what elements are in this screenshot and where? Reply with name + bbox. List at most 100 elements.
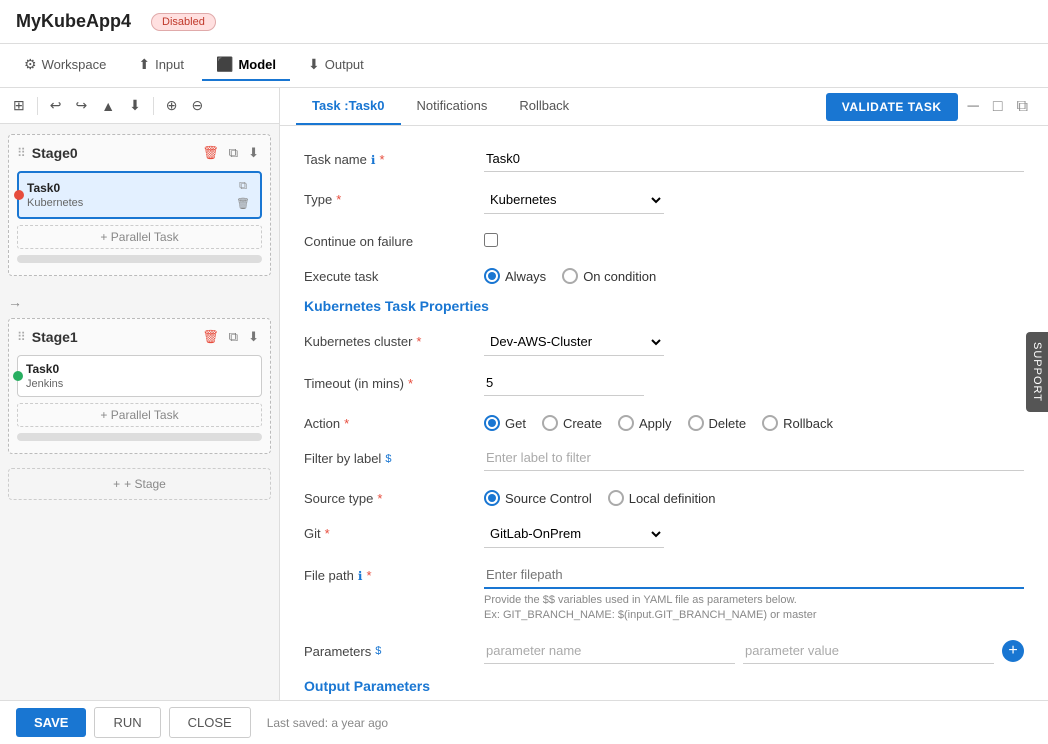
task-name-input[interactable] (484, 146, 1024, 172)
input-icon: ⬆ (138, 56, 150, 73)
action-rollback[interactable]: Rollback (762, 415, 833, 431)
filepath-info-icon[interactable]: ℹ (358, 569, 363, 583)
cluster-select[interactable]: Dev-AWS-Cluster (484, 328, 664, 356)
task-card-task0-stage1[interactable]: Task0 Jenkins (17, 355, 262, 397)
run-button[interactable]: RUN (94, 707, 160, 738)
grid-btn[interactable]: ⊞ (8, 94, 30, 117)
local-def-option[interactable]: Local definition (608, 490, 716, 506)
task-name-info-icon[interactable]: ℹ (371, 153, 376, 167)
stage1-name: Stage1 (32, 329, 193, 345)
status-badge: Disabled (151, 13, 216, 31)
action-apply[interactable]: Apply (618, 415, 672, 431)
output-icon: ⬇ (308, 56, 320, 73)
params-row: Parameters $ + (304, 638, 1024, 664)
param-name-input[interactable] (484, 638, 735, 664)
execute-task-row: Execute task Always On condition (304, 263, 1024, 284)
filepath-input[interactable] (484, 562, 1024, 589)
task-name-label: Task name ℹ * (304, 146, 484, 167)
cluster-control: Dev-AWS-Cluster (484, 328, 1024, 356)
tab-input[interactable]: ⬆ Input (124, 50, 198, 81)
redo-btn[interactable]: ↪ (70, 94, 92, 117)
stage0-scroll (17, 255, 262, 263)
stage1-scroll (17, 433, 262, 441)
execute-always-option[interactable]: Always (484, 268, 546, 284)
download-btn[interactable]: ⬇ (124, 94, 146, 117)
task0-stage1-type: Jenkins (26, 378, 63, 390)
support-bar[interactable]: SUPPORT (1026, 332, 1048, 412)
action-create[interactable]: Create (542, 415, 602, 431)
continue-failure-checkbox[interactable] (484, 233, 498, 247)
stage1-more-btn[interactable]: ⬇ (245, 327, 262, 347)
stage0-delete-btn[interactable]: 🗑 (199, 143, 222, 163)
left-toolbar: ⊞ ↩ ↪ ▲ ⬇ ⊕ ⊖ (0, 88, 279, 124)
git-select[interactable]: GitLab-OnPrem (484, 520, 664, 548)
action-delete[interactable]: Delete (688, 415, 747, 431)
task0-stage0-actions: ⧉ 🗑 (234, 179, 252, 211)
close-button[interactable]: CLOSE (169, 707, 251, 738)
inner-tab-task[interactable]: Task :Task0 (296, 88, 401, 125)
inner-tabs-bar: Task :Task0 Notifications Rollback VALID… (280, 88, 1048, 126)
continue-failure-label: Continue on failure (304, 228, 484, 249)
source-type-control: Source Control Local definition (484, 485, 1024, 506)
params-control: + (484, 638, 1024, 664)
zoomin-btn[interactable]: ⊕ (161, 94, 183, 117)
params-label: Parameters $ (304, 638, 484, 659)
up-btn[interactable]: ▲ (96, 95, 120, 117)
source-control-radio (484, 490, 500, 506)
filepath-row: File path ℹ * Provide the $$ variables u… (304, 562, 1024, 624)
action-control: Get Create Apply Delete (484, 410, 1024, 431)
task0-stage0-copy-btn[interactable]: ⧉ (234, 179, 252, 194)
expand-btn[interactable]: ⧉ (1013, 96, 1032, 118)
task0-stage0-delete-btn[interactable]: 🗑 (234, 196, 252, 211)
task0-stage0-name: Task0 (27, 181, 83, 195)
app-header: MyKubeApp4 Disabled (0, 0, 1048, 44)
git-label: Git * (304, 520, 484, 541)
inner-tab-notifications[interactable]: Notifications (401, 88, 504, 125)
local-def-radio (608, 490, 624, 506)
task-dot-red (14, 190, 24, 200)
filter-label-label: Filter by label $ (304, 445, 484, 466)
minimize-btn[interactable]: ─ (964, 96, 983, 118)
task-dot-green (13, 371, 23, 381)
timeout-input[interactable] (484, 370, 644, 396)
filepath-label: File path ℹ * (304, 562, 484, 583)
save-button[interactable]: SAVE (16, 708, 86, 737)
stage0-header: ⠿ Stage0 🗑 ⧉ ⬇ (17, 143, 262, 163)
stage1-drag-handle[interactable]: ⠿ (17, 330, 26, 344)
execute-task-control: Always On condition (484, 263, 1024, 284)
validate-task-btn[interactable]: VALIDATE TASK (826, 93, 958, 121)
task-card-task0-stage0[interactable]: Task0 Kubernetes ⧉ 🗑 (17, 171, 262, 219)
stage0-more-btn[interactable]: ⬇ (245, 143, 262, 163)
zoomout-btn[interactable]: ⊖ (187, 94, 209, 117)
filter-control (484, 445, 1024, 471)
stage1-add-parallel-btn[interactable]: + Parallel Task (17, 403, 262, 427)
inner-tab-rollback[interactable]: Rollback (503, 88, 585, 125)
stage0-drag-handle[interactable]: ⠿ (17, 146, 26, 160)
execute-condition-option[interactable]: On condition (562, 268, 656, 284)
type-control: Kubernetes Jenkins Shell (484, 186, 1024, 214)
action-get[interactable]: Get (484, 415, 526, 431)
source-control-option[interactable]: Source Control (484, 490, 592, 506)
restore-btn[interactable]: □ (989, 96, 1007, 118)
stage0-copy-btn[interactable]: ⧉ (226, 143, 241, 163)
main-layout: ⊞ ↩ ↪ ▲ ⬇ ⊕ ⊖ ⠿ Stage0 🗑 ⧉ ⬇ (0, 88, 1048, 700)
tab-model[interactable]: ⬛ Model (202, 50, 290, 81)
add-stage-btn[interactable]: + + Stage (8, 468, 271, 500)
timeout-label: Timeout (in mins) * (304, 370, 484, 391)
last-saved-text: Last saved: a year ago (267, 716, 388, 730)
param-value-input[interactable] (743, 638, 994, 664)
stage-stage0: ⠿ Stage0 🗑 ⧉ ⬇ Task0 Kubernetes (8, 134, 271, 276)
add-param-btn[interactable]: + (1002, 640, 1024, 662)
stage1-delete-btn[interactable]: 🗑 (199, 327, 222, 347)
filter-input[interactable] (484, 445, 1024, 471)
type-select[interactable]: Kubernetes Jenkins Shell (484, 186, 664, 214)
continue-failure-checkbox-wrap (484, 228, 1024, 247)
undo-btn[interactable]: ↩ (45, 94, 67, 117)
bottom-bar: SAVE RUN CLOSE Last saved: a year ago (0, 700, 1048, 744)
task0-stage1-name: Task0 (26, 362, 63, 376)
stage0-add-parallel-btn[interactable]: + Parallel Task (17, 225, 262, 249)
stage1-copy-btn[interactable]: ⧉ (226, 327, 241, 347)
tab-workspace[interactable]: ⚙ Workspace (10, 50, 120, 81)
type-row: Type * Kubernetes Jenkins Shell (304, 186, 1024, 214)
tab-output[interactable]: ⬇ Output (294, 50, 378, 81)
